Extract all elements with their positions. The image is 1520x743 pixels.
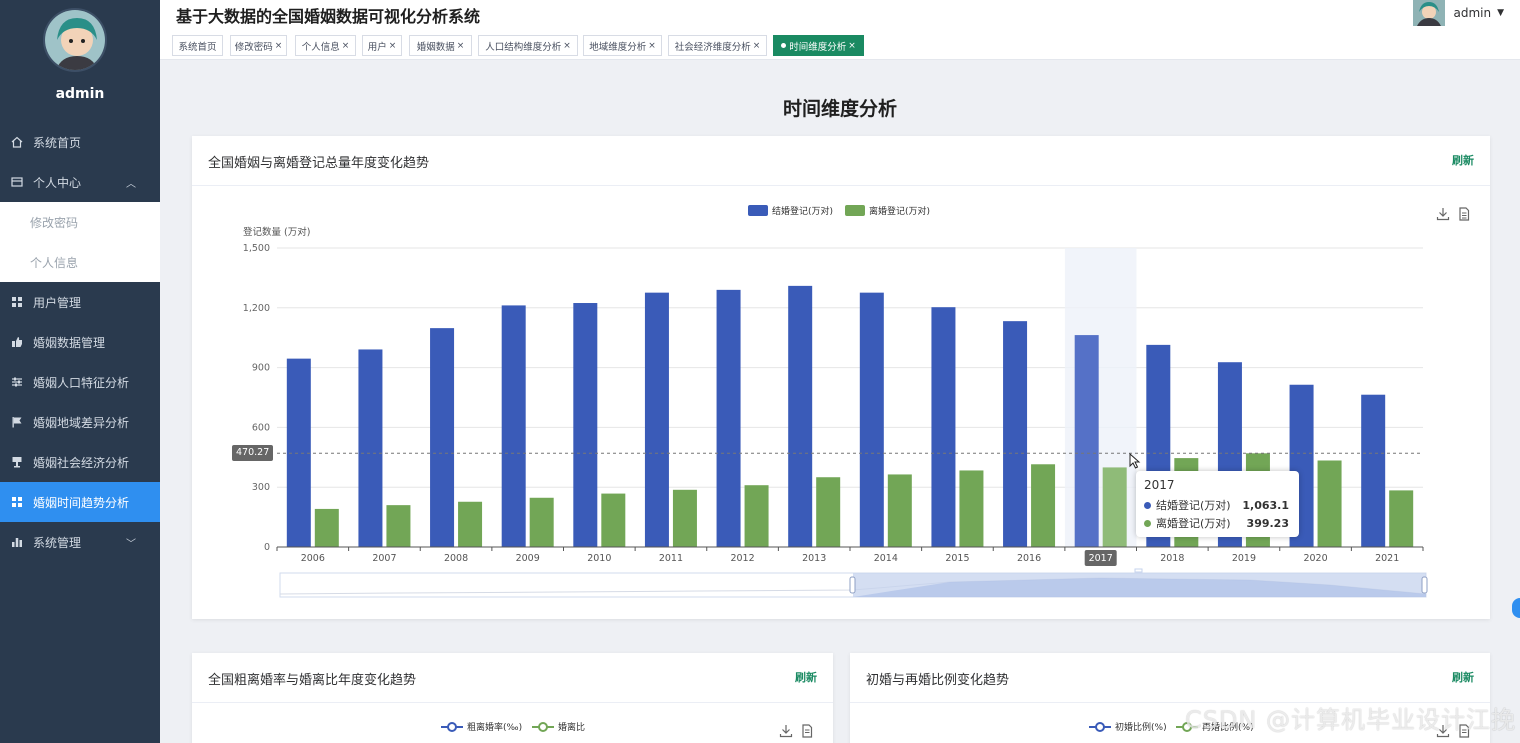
bar-divorce xyxy=(1031,464,1056,547)
x-tick-label: 2021 xyxy=(1375,553,1399,564)
bar-divorce xyxy=(672,489,697,547)
datazoom-move-handle xyxy=(1134,568,1143,573)
x-tick-label: 2014 xyxy=(874,553,898,564)
x-tick-label: 2020 xyxy=(1303,553,1327,564)
tooltip-row: 结婚登记(万对) 1,063.1 xyxy=(1144,497,1289,513)
bar-marriage xyxy=(788,285,813,547)
x-tick-label: 2013 xyxy=(802,553,826,564)
bar-divorce xyxy=(1389,490,1414,547)
legend-item-remarriage[interactable]: 再婚比例(%) xyxy=(1176,720,1254,733)
y-axis-label: 登记数量 (万对) xyxy=(243,226,310,238)
x-tick-label: 2007 xyxy=(372,553,396,564)
legend-line-icon xyxy=(441,721,463,732)
bar-marriage xyxy=(931,307,956,547)
mouse-cursor-icon xyxy=(1129,453,1141,469)
bar-divorce xyxy=(314,508,339,547)
x-tick-label: 2016 xyxy=(1017,553,1041,564)
download-icon[interactable] xyxy=(779,723,793,738)
bar-marriage xyxy=(644,292,669,547)
x-tick-label: 2012 xyxy=(730,553,754,564)
x-tick-label: 2010 xyxy=(587,553,611,564)
x-tick-label: 2017 xyxy=(1089,553,1113,564)
legend-line-icon xyxy=(1176,721,1198,732)
bar-marriage xyxy=(1074,335,1099,547)
legend-swatch xyxy=(845,205,865,216)
bar-marriage xyxy=(1361,394,1386,547)
bar-divorce xyxy=(1317,460,1342,547)
data-view-icon[interactable] xyxy=(1457,723,1471,738)
bar-marriage xyxy=(573,303,598,547)
download-icon[interactable] xyxy=(1436,206,1450,221)
card-title: 初婚与再婚比例变化趋势 xyxy=(866,673,1010,688)
tooltip-row: 离婚登记(万对) 399.23 xyxy=(1144,515,1289,531)
card-header: 初婚与再婚比例变化趋势 刷新 xyxy=(850,653,1490,703)
y-tick-label: 0 xyxy=(264,542,270,553)
legend-line-icon xyxy=(1089,721,1111,732)
card-title: 全国粗离婚率与婚离比年度变化趋势 xyxy=(208,673,417,688)
marriage-divorce-chart: 登记数量 (万对) 0 300 600 900 1,200 1,500 2006 2007 200… xyxy=(243,226,1428,598)
legend-item-first-marriage[interactable]: 初婚比例(%) xyxy=(1089,720,1167,733)
y-tick-label: 1,200 xyxy=(243,303,270,314)
bar-divorce xyxy=(959,470,984,547)
bar-divorce xyxy=(458,501,483,547)
y-tick-label: 600 xyxy=(252,422,270,433)
bar-divorce xyxy=(744,485,769,547)
chart-tooltip: 2017 结婚登记(万对) 1,063.1 离婚登记(万对) 399.23 xyxy=(1136,471,1299,537)
y-tick-label: 900 xyxy=(252,363,270,374)
bar-divorce xyxy=(816,477,841,547)
tooltip-dot xyxy=(1144,519,1151,527)
first-remarriage-card: 初婚与再婚比例变化趋势 刷新 xyxy=(850,653,1490,743)
tooltip-title: 2017 xyxy=(1144,478,1175,492)
x-tick-label: 2019 xyxy=(1232,553,1256,564)
download-icon[interactable] xyxy=(1436,723,1450,738)
bar-divorce xyxy=(601,493,626,547)
refresh-button[interactable]: 刷新 xyxy=(795,669,817,685)
legend-line-icon xyxy=(532,721,554,732)
x-tick-label: 2008 xyxy=(444,553,468,564)
bar-marriage xyxy=(716,289,741,547)
bar-marriage xyxy=(430,328,455,547)
x-tick-label: 2011 xyxy=(659,553,683,564)
bar-divorce xyxy=(1102,467,1127,547)
data-view-icon[interactable] xyxy=(800,723,814,738)
x-tick-label: 2015 xyxy=(945,553,969,564)
bar-divorce xyxy=(386,505,411,547)
bar-divorce xyxy=(529,497,554,547)
legend-item-marriage-divorce-ratio[interactable]: 婚离比 xyxy=(532,720,585,733)
legend-swatch xyxy=(748,205,768,216)
y-tick-label: 1,500 xyxy=(243,243,270,254)
x-tick-label: 2006 xyxy=(301,553,325,564)
axis-pointer-label: 470.27 xyxy=(232,445,274,461)
bar-divorce xyxy=(887,474,912,547)
legend-item-marriage[interactable]: 结婚登记(万对) xyxy=(748,204,833,217)
refresh-button[interactable]: 刷新 xyxy=(1452,669,1474,685)
datazoom-handle-right xyxy=(1421,576,1428,594)
legend-item-divorce[interactable]: 离婚登记(万对) xyxy=(845,204,930,217)
x-tick-label: 2018 xyxy=(1160,553,1184,564)
tooltip-dot xyxy=(1144,501,1151,509)
data-view-icon[interactable] xyxy=(1457,206,1471,221)
datazoom-handle-left xyxy=(849,576,856,594)
y-tick-label: 300 xyxy=(252,482,270,493)
bar-marriage xyxy=(1003,321,1028,547)
side-handle[interactable] xyxy=(1512,598,1520,618)
card-header: 全国粗离婚率与婚离比年度变化趋势 刷新 xyxy=(192,653,833,703)
x-tick-label: 2009 xyxy=(516,553,540,564)
bar-marriage xyxy=(859,292,884,547)
bar-marriage xyxy=(358,349,383,547)
legend-item-crude-divorce-rate[interactable]: 粗离婚率(‰) xyxy=(441,720,522,733)
bar-marriage xyxy=(501,305,526,547)
